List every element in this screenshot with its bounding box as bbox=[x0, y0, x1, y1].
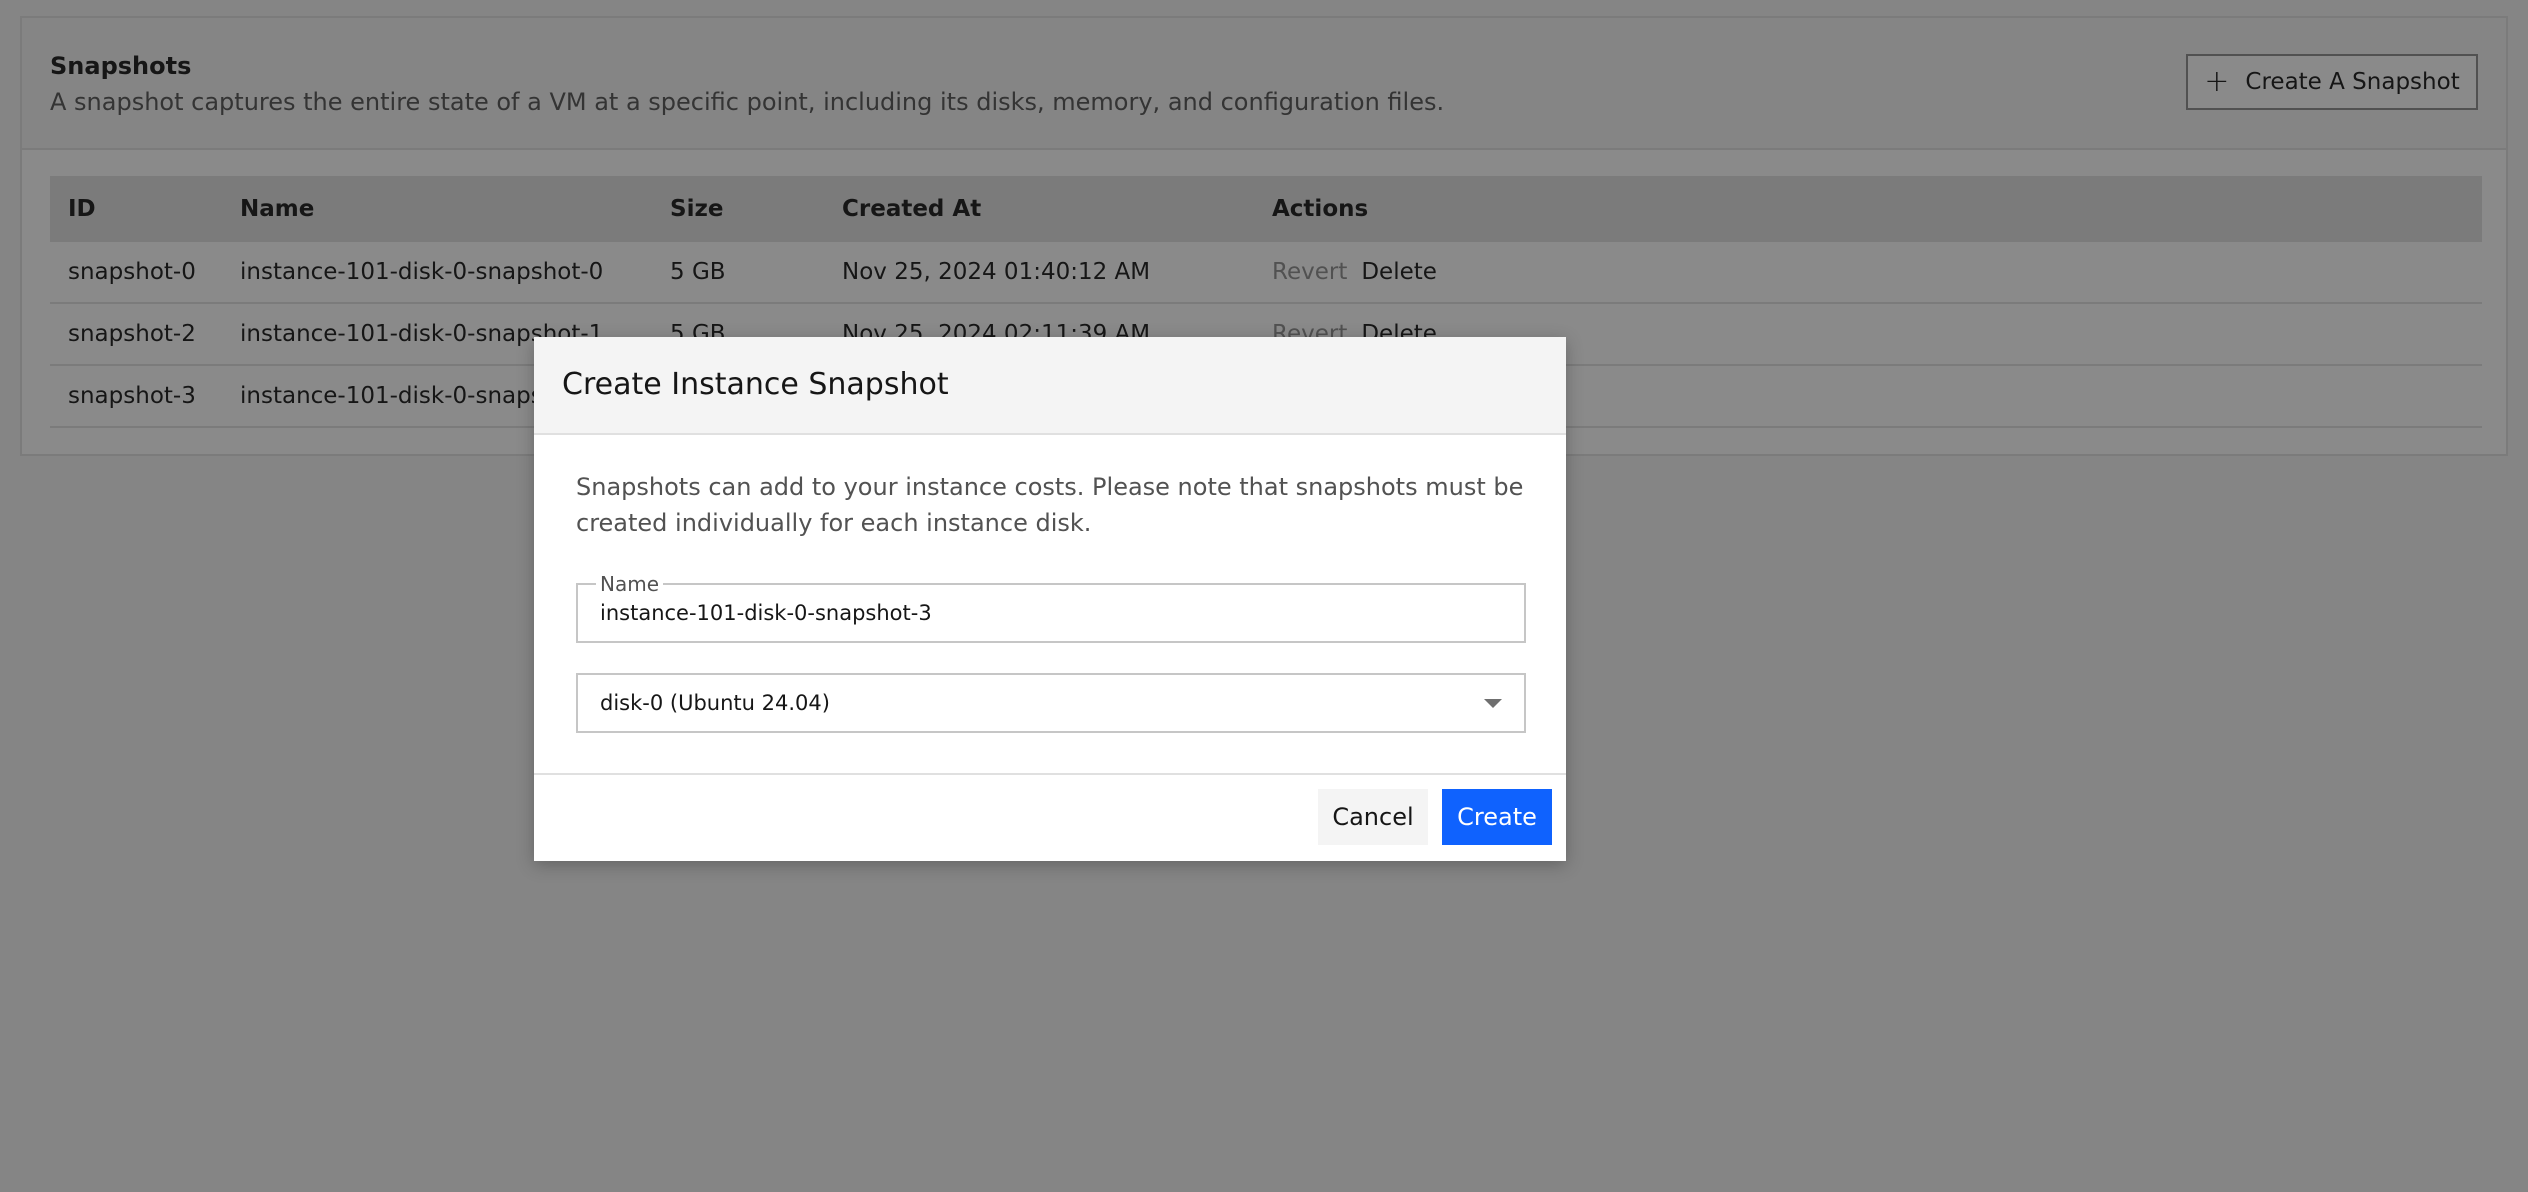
disk-select-value: disk-0 (Ubuntu 24.04) bbox=[600, 691, 830, 715]
snapshot-name-input[interactable] bbox=[600, 585, 1500, 641]
create-instance-snapshot-modal: Create Instance Snapshot Snapshots can a… bbox=[534, 337, 1566, 861]
modal-footer: Cancel Create bbox=[534, 773, 1566, 861]
page: Snapshots A snapshot captures the entire… bbox=[0, 0, 2528, 1192]
modal-title: Create Instance Snapshot bbox=[562, 367, 949, 402]
cancel-button[interactable]: Cancel bbox=[1318, 789, 1428, 845]
snapshot-name-field: Name bbox=[576, 572, 1526, 643]
chevron-down-icon bbox=[1484, 699, 1502, 708]
disk-select[interactable]: disk-0 (Ubuntu 24.04) bbox=[576, 673, 1526, 733]
modal-description: Snapshots can add to your instance costs… bbox=[576, 473, 1524, 537]
modal-header: Create Instance Snapshot bbox=[534, 337, 1566, 435]
create-button[interactable]: Create bbox=[1442, 789, 1552, 845]
